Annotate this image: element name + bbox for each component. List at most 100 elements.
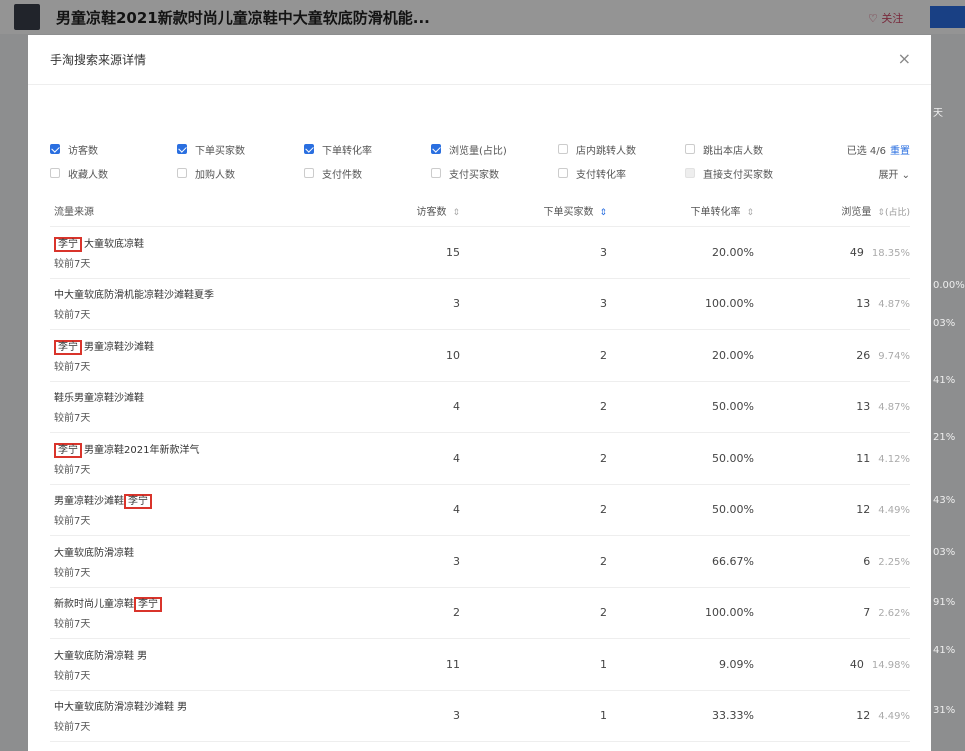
reset-button[interactable]: 重置: [890, 146, 910, 157]
highlighted-keyword: 李宁: [54, 442, 82, 458]
pageviews-cell: 49 18.35%: [754, 246, 910, 259]
filter-option-label: 访客数: [68, 145, 98, 157]
filter-option[interactable]: 下单买家数: [177, 142, 304, 157]
pageviews-share: 4.49%: [878, 505, 910, 517]
pageviews-share: 18.35%: [871, 247, 910, 259]
pageviews-value: 40: [849, 657, 864, 671]
pageviews-cell: 13 4.87%: [754, 297, 910, 310]
keyword-text: 新款时尚儿童凉鞋: [54, 599, 134, 611]
checkbox[interactable]: [685, 144, 695, 154]
buyers-cell: 1: [600, 709, 607, 723]
table-row[interactable]: 鞋乐男童凉鞋沙滩鞋 较前7天 4 2 50.00% 13 4.87%: [50, 382, 910, 433]
filter-option-label: 下单转化率: [322, 145, 372, 157]
pageviews-value: 13: [856, 400, 871, 414]
table-row[interactable]: 李宁 大童软底凉鞋 较前7天 15 3 20.00% 49 18.35%: [50, 227, 910, 279]
visitors-cell: 10: [446, 348, 460, 362]
filter-option-label: 浏览量(占比): [449, 145, 507, 157]
conversion-cell: 50.00%: [712, 400, 754, 414]
pageviews-value: 26: [856, 348, 871, 362]
filter-option[interactable]: 直接支付买家数: [685, 166, 812, 181]
source-cell: 李宁 男童凉鞋沙滩鞋 较前7天: [50, 338, 380, 373]
header-source: 流量来源: [54, 207, 94, 218]
keyword-text: 大童软底防滑凉鞋 男: [54, 650, 148, 662]
filter-option[interactable]: 店内跳转人数: [558, 142, 685, 157]
conversion-cell: 50.00%: [712, 503, 754, 517]
selected-counter: 已选 4/6 重置: [847, 142, 910, 157]
pageviews-cell: 40 14.98%: [754, 658, 910, 671]
source-cell: 男童凉鞋沙滩鞋 李宁 较前7天: [50, 492, 380, 527]
filter-row-1: 访客数 下单买家数 下单转化率 浏览量(占比) 店内跳转人数 跳出本店人数 已选 4/6 重…: [50, 137, 910, 161]
filter-option[interactable]: 收藏人数: [50, 166, 177, 181]
checkbox[interactable]: [558, 144, 568, 154]
checkbox[interactable]: [177, 144, 187, 154]
highlighted-keyword: 李宁: [124, 494, 152, 510]
table-row[interactable]: 李宁 男童凉鞋2021年新款洋气 较前7天 4 2 50.00% 11 4.12%: [50, 433, 910, 485]
source-cell: 李宁 男童凉鞋2021年新款洋气 较前7天: [50, 441, 380, 476]
compare-period: 较前7天: [54, 722, 91, 734]
checkbox[interactable]: [304, 168, 314, 178]
checkbox[interactable]: [177, 168, 187, 178]
keyword-text: 男童凉鞋沙滩鞋: [84, 341, 154, 353]
visitors-cell: 3: [453, 297, 460, 311]
filter-option[interactable]: 支付转化率: [558, 166, 685, 181]
header-share-label: (占比): [884, 208, 910, 218]
pageviews-value: 11: [856, 451, 871, 465]
checkbox[interactable]: [50, 168, 60, 178]
buyers-cell: 2: [600, 554, 607, 568]
pageviews-share: 4.87%: [878, 299, 910, 311]
pageviews-cell: 13 4.87%: [754, 400, 910, 413]
header-conversion[interactable]: 下单转化率 ⇕: [607, 203, 754, 218]
filter-option[interactable]: 跳出本店人数: [685, 142, 812, 157]
filter-option-label: 加购人数: [195, 169, 235, 181]
buyers-cell: 1: [600, 657, 607, 671]
compare-period: 较前7天: [54, 310, 91, 322]
source-cell: 大童软底防滑凉鞋 较前7天: [50, 544, 380, 579]
filter-option[interactable]: 支付件数: [304, 166, 431, 181]
checkbox[interactable]: [558, 168, 568, 178]
sort-icon[interactable]: ⇕: [746, 208, 754, 218]
filter-option[interactable]: 浏览量(占比): [431, 142, 558, 157]
table-row[interactable]: 李宁 男童凉鞋沙滩鞋 较前7天 10 2 20.00% 26 9.74%: [50, 330, 910, 382]
filter-option-label: 支付转化率: [576, 169, 626, 181]
buyers-cell: 2: [600, 451, 607, 465]
sort-icon[interactable]: ⇕: [452, 208, 460, 218]
filter-option[interactable]: 下单转化率: [304, 142, 431, 157]
sort-icon[interactable]: ⇕: [877, 208, 885, 218]
pageviews-share: 4.87%: [878, 402, 910, 414]
close-icon[interactable]: ×: [898, 49, 911, 68]
header-buyers[interactable]: 下单买家数 ⇕: [460, 203, 607, 218]
checkbox[interactable]: [304, 144, 314, 154]
buyers-cell: 2: [600, 606, 607, 620]
background-value: 21%: [933, 432, 956, 443]
keyword-text: 大童软底防滑凉鞋: [54, 547, 134, 559]
table-row[interactable]: 大童软底防滑凉鞋 男较前7天 11 1 9.09% 40 14.98%: [50, 639, 910, 691]
table-row[interactable]: 新款时尚儿童凉鞋 李宁 较前7天 2 2 100.00% 7 2.62%: [50, 588, 910, 639]
checkbox[interactable]: [431, 168, 441, 178]
filter-option[interactable]: 访客数: [50, 142, 177, 157]
header-visitors[interactable]: 访客数 ⇕: [380, 203, 460, 218]
pageviews-cell: 26 9.74%: [754, 349, 910, 362]
table-row[interactable]: 大童软底防滑凉鞋 较前7天 3 2 66.67% 6 2.25%: [50, 536, 910, 588]
source-cell: 李宁 大童软底凉鞋 较前7天: [50, 235, 380, 270]
conversion-cell: 20.00%: [712, 348, 754, 362]
compare-period: 较前7天: [54, 567, 91, 579]
background-value: 03%: [933, 318, 956, 329]
table-row[interactable]: 中大童软底防滑机能凉鞋沙滩鞋夏季 较前7天 3 3 100.00% 13 4.87%: [50, 279, 910, 330]
expand-button[interactable]: 展开 ⌄: [878, 166, 910, 181]
modal-header: 手淘搜索来源详情 ×: [28, 35, 931, 85]
table-header: 流量来源 访客数 ⇕ 下单买家数 ⇕ 下单转化率 ⇕ 浏览量 ⇕(占比): [50, 195, 910, 227]
source-keyword: 新款时尚儿童凉鞋 李宁: [54, 595, 380, 613]
filter-option-label: 店内跳转人数: [576, 145, 636, 157]
buyers-cell: 3: [600, 245, 607, 259]
keyword-text: 中大童软底防滑机能凉鞋沙滩鞋夏季: [54, 290, 214, 302]
checkbox[interactable]: [431, 144, 441, 154]
header-pageviews[interactable]: 浏览量 ⇕(占比): [754, 203, 910, 218]
filter-option[interactable]: 加购人数: [177, 166, 304, 181]
table-row[interactable]: 男童凉鞋沙滩鞋 李宁 较前7天 4 2 50.00% 12 4.49%: [50, 485, 910, 536]
pageviews-share: 4.49%: [878, 711, 910, 723]
checkbox[interactable]: [50, 144, 60, 154]
filter-option[interactable]: 支付买家数: [431, 166, 558, 181]
table-row[interactable]: 中大童软底防滑凉鞋沙滩鞋 男较前7天 3 1 33.33% 12 4.49%: [50, 691, 910, 742]
sort-active-icon[interactable]: ⇕: [599, 208, 607, 218]
source-cell: 鞋乐男童凉鞋沙滩鞋 较前7天: [50, 389, 380, 424]
